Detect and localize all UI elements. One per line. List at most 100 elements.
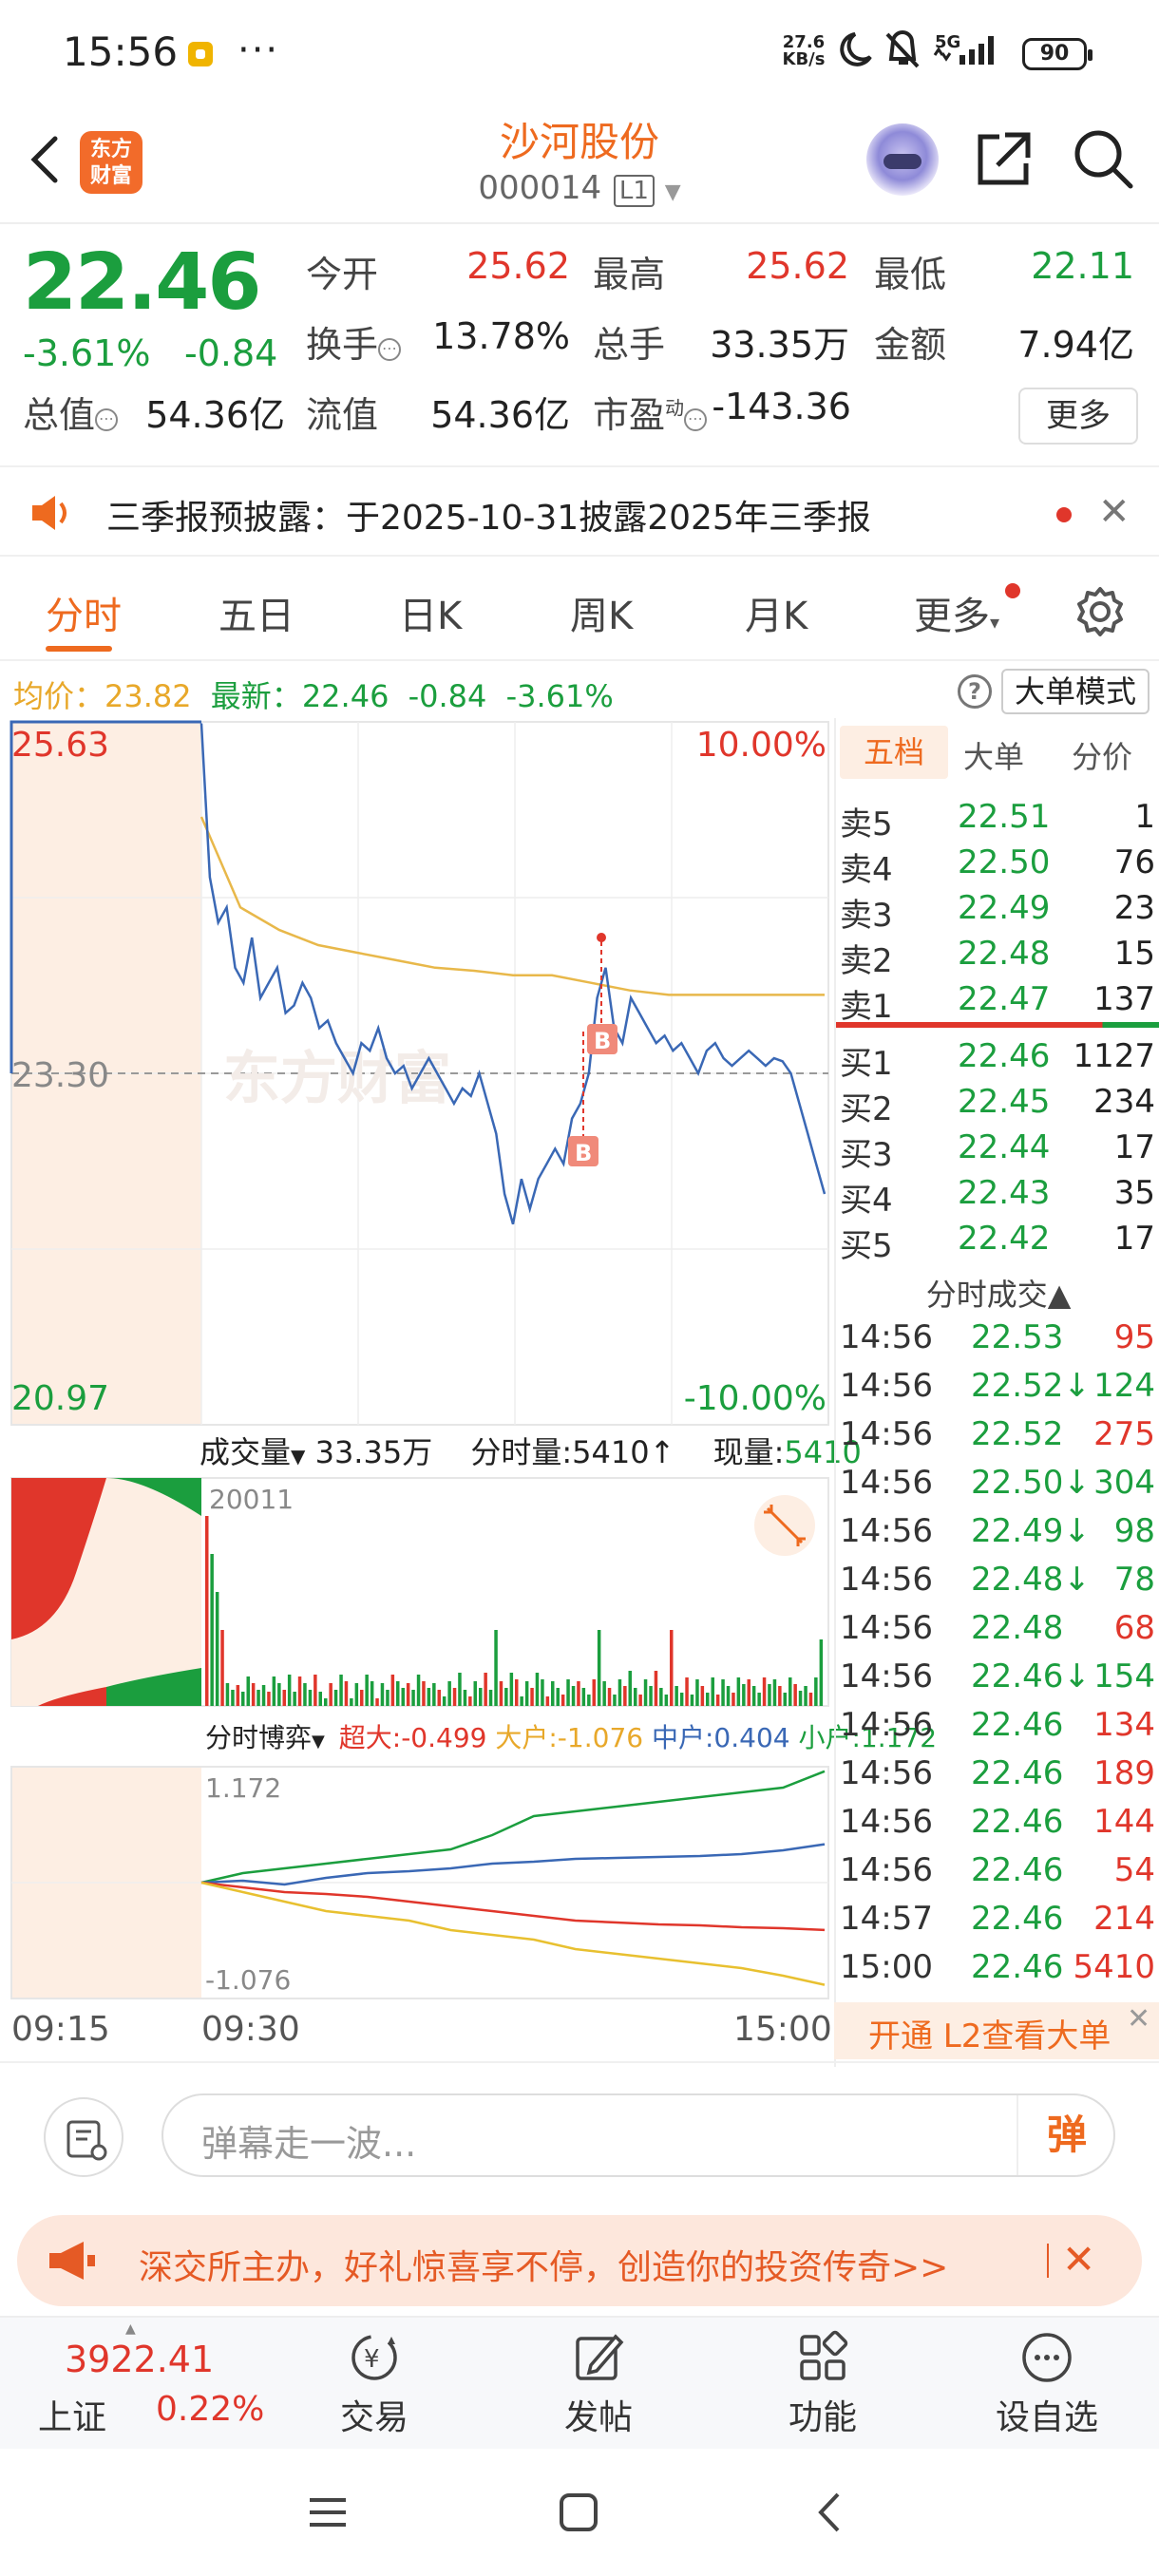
volume-header: 成交量▼ 33.35万 分时量:5410↑ 现量:5410 [200, 1434, 862, 1470]
tick-row: 14:56 22.46 134 [836, 1706, 1159, 1754]
volume-bar [380, 1683, 385, 1706]
tick-volume: 304 [1093, 1464, 1155, 1502]
status-bar: 15:56 ··· 27.6 KB/s 5G 90 [0, 0, 1159, 104]
danmu-list-button[interactable] [44, 2097, 124, 2177]
bid-price: 22.45 [958, 1083, 1051, 1121]
search-icon[interactable] [1070, 125, 1136, 192]
announcement-bar[interactable]: 三季报预披露：于2025-10-31披露2025年三季报 ✕ [0, 465, 1159, 557]
promo-banner[interactable]: 深交所主办，好礼惊喜享不停，创造你的投资传奇>> ✕ [17, 2215, 1142, 2306]
super-large-line [200, 1881, 826, 1932]
caret-up-icon: ▲ [125, 2321, 136, 2337]
danmu-input[interactable]: 弹幕走一波... 弹 [162, 2093, 1115, 2177]
top-pct-label: 10.00% [696, 726, 826, 765]
nav-functions[interactable]: 功能 [756, 2327, 889, 2439]
tab-daily-k[interactable]: 日K [399, 585, 462, 640]
tick-trades-header[interactable]: 分时成交▲ [836, 1271, 1159, 1315]
tick-price: 22.46 [971, 1706, 1064, 1744]
bid-row[interactable]: 买2 22.45 234 [836, 1083, 1159, 1128]
volume-bar [442, 1696, 446, 1706]
tab-big-order[interactable]: 大单 [963, 733, 1024, 777]
tick-time: 14:57 [840, 1900, 933, 1938]
assistant-avatar[interactable] [866, 123, 939, 196]
chart-canvas[interactable]: 东方财富 B B 25.63 23.30 20.97 10.00% -10.00… [0, 718, 834, 2002]
close-icon[interactable]: ✕ [1127, 2002, 1150, 2036]
avg-summary: 均价：23.82 最新：22.46 -0.84 -3.61% [13, 678, 614, 714]
volume-bar [690, 1695, 694, 1706]
time-tick: 15:00 [733, 2010, 832, 2049]
index-ticker[interactable]: ▲ 3922.41 上证 0.22% [19, 2318, 276, 2451]
volume-bar [318, 1692, 322, 1706]
back-nav-icon[interactable] [808, 2489, 855, 2536]
turnover-label: 换手 ⋯ [306, 315, 402, 368]
volume-bar [757, 1693, 761, 1706]
flow-min-label: -1.076 [205, 1964, 291, 1996]
l2-upgrade-bar[interactable]: 开通 L2查看大单 ✕ [834, 2002, 1159, 2059]
high-value: 25.62 [746, 245, 849, 287]
nav-post[interactable]: 发帖 [532, 2327, 665, 2439]
big-order-mode-button[interactable]: 大单模式 [1001, 669, 1150, 714]
ask-row[interactable]: 卖4 22.50 76 [836, 843, 1159, 889]
volume-bar [329, 1683, 332, 1706]
bid-row[interactable]: 买4 22.43 35 [836, 1174, 1159, 1220]
info-icon: ⋯ [95, 408, 119, 431]
tick-price: 22.46↓ [971, 1657, 1091, 1695]
pe-label: 市盈动 ⋯ [593, 386, 708, 438]
tab-price-dist[interactable]: 分价 [1072, 733, 1132, 777]
share-icon[interactable] [971, 125, 1037, 192]
bid-volume: 17 [1113, 1220, 1155, 1258]
close-icon[interactable]: ✕ [1098, 490, 1130, 534]
ask-row[interactable]: 卖5 22.51 1 [836, 798, 1159, 843]
more-quote-button[interactable]: 更多 [1018, 388, 1138, 445]
volume-bar [494, 1630, 498, 1706]
bid-row[interactable]: 买5 22.42 17 [836, 1220, 1159, 1265]
float-cap-value: 54.36亿 [430, 394, 570, 436]
volume-bar [788, 1677, 792, 1706]
volume-bar [597, 1630, 601, 1706]
nav-trade[interactable]: ¥ 交易 [308, 2327, 441, 2439]
quote-panel: 22.46 -3.61% -0.84 今开 25.62 最高 25.62 最低 … [0, 226, 1159, 454]
volume-bar [422, 1681, 426, 1706]
volume-bar [272, 1676, 276, 1706]
volume-selector[interactable]: 成交量▼ [200, 1434, 305, 1470]
bottom-pct-label: -10.00% [684, 1379, 826, 1418]
home-icon[interactable] [555, 2489, 602, 2536]
volume-bar [793, 1684, 797, 1706]
menu-icon[interactable] [304, 2489, 352, 2536]
bid-row[interactable]: 买1 22.46 1127 [836, 1037, 1159, 1083]
tab-five-day[interactable]: 五日 [218, 585, 294, 640]
volume-bar [365, 1675, 369, 1706]
ask-label: 卖1 [840, 988, 893, 1026]
volume-bar [350, 1698, 353, 1706]
bid-price: 22.43 [958, 1174, 1051, 1212]
flow-selector[interactable]: 分时博弈▼ [205, 1722, 325, 1753]
tick-time: 14:56 [840, 1803, 933, 1841]
stock-header: 东方 财富 沙河股份 000014 L1 ▼ [0, 104, 1159, 224]
volume-bar [674, 1686, 678, 1706]
volume-bar [277, 1683, 281, 1706]
help-icon[interactable]: ? [958, 674, 992, 709]
volume-bar [236, 1685, 240, 1706]
close-icon[interactable]: ✕ [1062, 2236, 1095, 2282]
tab-more[interactable]: 更多▾ [914, 585, 999, 640]
tick-row: 14:56 22.48↓ 78 [836, 1561, 1159, 1609]
volume-bar [333, 1690, 338, 1706]
tick-time: 14:56 [840, 1609, 933, 1647]
nav-add-watchlist[interactable]: 设自选 [980, 2327, 1113, 2439]
gear-icon[interactable] [1074, 585, 1127, 638]
open-label: 今开 [306, 254, 379, 295]
volume-bar [473, 1681, 477, 1706]
chevron-down-icon: ▾ [990, 611, 1000, 634]
ask-row[interactable]: 卖1 22.47 137 [836, 980, 1159, 1026]
tab-weekly-k[interactable]: 周K [570, 585, 633, 640]
danmu-toggle-button[interactable]: 弹 [1016, 2095, 1115, 2175]
bid-row[interactable]: 买3 22.44 17 [836, 1128, 1159, 1174]
chevron-down-icon: ▼ [664, 180, 681, 204]
bottom-nav: ▲ 3922.41 上证 0.22% ¥ 交易 发帖 功能 设自选 [0, 2316, 1159, 2449]
tab-monthly-k[interactable]: 月K [745, 585, 808, 640]
tab-five-level[interactable]: 五档 [840, 726, 948, 779]
ask-row[interactable]: 卖3 22.49 23 [836, 889, 1159, 935]
small-holder-line [200, 1770, 826, 1885]
volume-bar [499, 1681, 504, 1706]
ask-row[interactable]: 卖2 22.48 15 [836, 935, 1159, 980]
tab-intraday[interactable]: 分时 [46, 585, 122, 640]
